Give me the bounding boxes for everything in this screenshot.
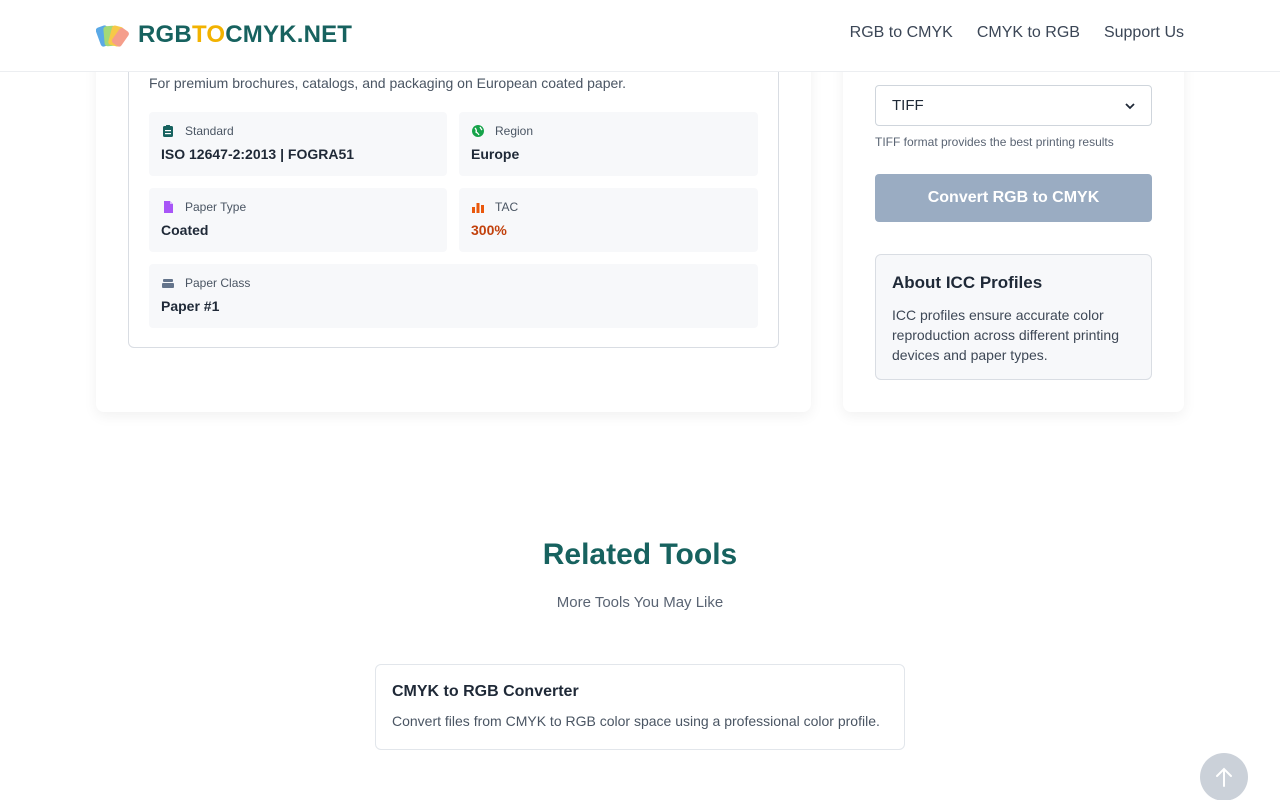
nav-support-us[interactable]: Support Us — [1104, 24, 1184, 42]
tile-tac: TAC 300% — [459, 188, 758, 252]
tile-label-paper-type: Paper Type — [185, 200, 247, 214]
related-tools-subtitle: More Tools You May Like — [556, 594, 724, 611]
document-icon — [164, 201, 173, 213]
globe-icon — [472, 125, 484, 137]
tool-description: Convert files from CMYK to RGB color spa… — [392, 713, 880, 729]
arrow-up-icon — [1216, 767, 1232, 787]
tile-paper-class: Paper Class Paper #1 — [149, 264, 758, 328]
paper-stack-icon — [162, 279, 174, 288]
profile-description: For premium brochures, catalogs, and pac… — [149, 75, 627, 91]
tile-value-paper-type: Coated — [161, 222, 209, 238]
output-format-select[interactable]: TIFF — [875, 85, 1152, 126]
site-header: RGBTOCMYK.NET RGB to CMYK CMYK to RGB Su… — [0, 0, 1280, 72]
tool-title: CMYK to RGB Converter — [392, 683, 579, 700]
tile-label-paper-class: Paper Class — [185, 276, 251, 290]
tile-value-standard: ISO 12647-2:2013 | FOGRA51 — [161, 146, 355, 162]
tile-region: Region Europe — [459, 112, 758, 176]
tool-card-cmyk-to-rgb[interactable]: CMYK to RGB Converter Convert files from… — [375, 664, 905, 750]
back-to-top-button[interactable] — [1200, 753, 1248, 800]
about-icc-box: About ICC Profiles ICC profiles ensure a… — [875, 254, 1152, 380]
bar-chart-icon — [472, 203, 484, 213]
logo-text: RGBTOCMYK.NET — [138, 21, 352, 49]
output-format-value: TIFF — [892, 97, 924, 114]
tile-label-standard: Standard — [185, 124, 234, 138]
logo-part-rgb: RGB — [138, 21, 192, 48]
convert-button[interactable]: Convert RGB to CMYK — [875, 174, 1152, 222]
tile-standard: Standard ISO 12647-2:2013 | FOGRA51 — [149, 112, 447, 176]
tile-value-paper-class: Paper #1 — [161, 298, 220, 314]
logo-part-to: TO — [191, 21, 226, 48]
related-tools-title: Related Tools — [542, 538, 738, 571]
site-logo[interactable]: RGBTOCMYK.NET — [95, 20, 352, 50]
logo-part-cmyk: CMYK.NET — [225, 21, 353, 48]
tile-value-tac: 300% — [471, 222, 507, 238]
about-text: ICC profiles ensure accurate color repro… — [892, 307, 1119, 363]
tile-paper-type: Paper Type Coated — [149, 188, 447, 252]
nav-rgb-to-cmyk[interactable]: RGB to CMYK — [850, 24, 953, 42]
tile-label-region: Region — [495, 124, 534, 138]
tile-label-tac: TAC — [495, 200, 519, 214]
format-hint: TIFF format provides the best printing r… — [875, 135, 1114, 149]
main-nav: RGB to CMYK CMYK to RGB Support Us — [850, 24, 1184, 42]
about-title: About ICC Profiles — [892, 273, 1043, 292]
chevron-down-icon — [1125, 102, 1135, 109]
clipboard-icon — [163, 125, 173, 137]
tile-value-region: Europe — [471, 146, 520, 162]
nav-cmyk-to-rgb[interactable]: CMYK to RGB — [977, 24, 1080, 42]
palette-logo-icon — [95, 20, 130, 50]
